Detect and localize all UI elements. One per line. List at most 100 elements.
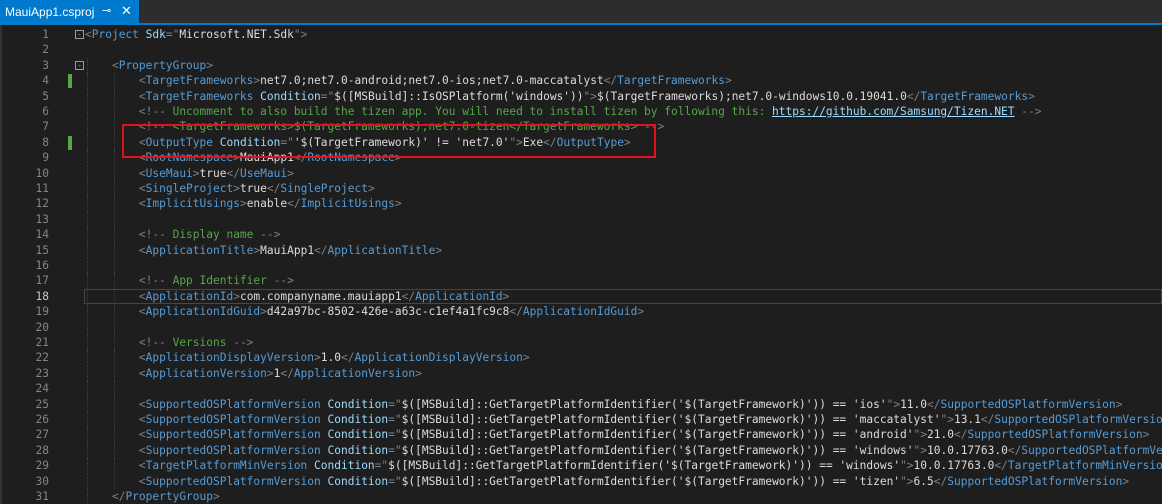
code-text[interactable]: <ImplicitUsings>enable</ImplicitUsings> (84, 196, 1162, 212)
line-number: 4 (42, 74, 49, 88)
indent-guide (87, 427, 89, 443)
line-number: 20 (35, 320, 49, 334)
code-text[interactable]: <ApplicationTitle>MauiApp1</ApplicationT… (84, 242, 1162, 258)
code-line[interactable]: 26 <SupportedOSPlatformVersion Condition… (0, 412, 1162, 428)
code-token: "> (886, 397, 901, 411)
code-line[interactable]: 20 (0, 319, 1162, 335)
code-text[interactable]: <SupportedOSPlatformVersion Condition="$… (84, 412, 1162, 428)
collapse-icon[interactable]: - (75, 60, 84, 70)
code-line[interactable]: 17 <!-- App Identifier --> (0, 273, 1162, 289)
code-token: "> (913, 443, 928, 457)
code-line[interactable]: 7 <!-- <TargetFrameworks>$(TargetFramewo… (0, 119, 1162, 135)
code-text[interactable]: <ApplicationDisplayVersion>1.0</Applicat… (84, 350, 1162, 366)
code-token: < (138, 397, 146, 411)
code-line[interactable]: 28 <SupportedOSPlatformVersion Condition… (0, 442, 1162, 459)
code-line[interactable]: 1 - <Project Sdk="Microsoft.NET.Sdk"> (0, 27, 1162, 42)
code-token: =" (280, 135, 294, 149)
code-token: Sdk (145, 28, 166, 41)
code-token: < (138, 413, 146, 426)
code-token: Condition (219, 135, 281, 149)
line-number: 30 (35, 474, 49, 488)
code-text[interactable]: <TargetFrameworks>net7.0;net7.0-android;… (84, 73, 1162, 89)
code-text[interactable]: <SingleProject>true</SingleProject> (84, 181, 1162, 197)
code-token: > (394, 151, 402, 165)
code-editor[interactable]: 1- <Project Sdk="Microsoft.NET.Sdk"> 2 3- <… (0, 27, 1162, 504)
code-line[interactable]: 2 (0, 42, 1162, 57)
line-number: 23 (35, 366, 49, 380)
code-text[interactable]: <!-- App Identifier --> (84, 273, 1162, 289)
code-line[interactable]: 9 <RootNamespace>MauiApp1</RootNamespace… (0, 150, 1162, 166)
code-line[interactable]: 30 <SupportedOSPlatformVersion Condition… (0, 473, 1162, 489)
code-line[interactable]: 11 <SingleProject>true</SingleProject> (0, 181, 1162, 197)
code-token: </ (980, 413, 995, 426)
line-number: 31 (35, 490, 49, 503)
code-line[interactable]: 29 <TargetPlatformMinVersion Condition="… (0, 458, 1162, 474)
indent-guide (114, 427, 116, 443)
code-token: SupportedOSPlatformVersion (947, 474, 1123, 488)
code-token: d42a97bc-8502-426e-a63c-c1ef4a1fc9c8 (266, 305, 510, 319)
code-line[interactable]: 23 <ApplicationVersion>1</ApplicationVer… (0, 365, 1162, 382)
line-number: 13 (35, 212, 49, 226)
code-text[interactable]: <UseMaui>true</UseMaui> (84, 165, 1162, 181)
code-text[interactable]: <ApplicationVersion>1</ApplicationVersio… (84, 365, 1162, 382)
code-line[interactable]: 21 <!-- Versions --> (0, 335, 1162, 351)
code-line[interactable]: 14 <!-- Display name --> (0, 227, 1162, 243)
code-line[interactable]: 31 </PropertyGroup> (0, 489, 1162, 504)
code-text[interactable]: <ApplicationIdGuid>d42a97bc-8502-426e-a6… (84, 304, 1162, 320)
code-token: Versions (165, 336, 234, 349)
code-line[interactable]: 25 <SupportedOSPlatformVersion Condition… (0, 396, 1162, 412)
code-text[interactable] (84, 42, 1162, 57)
code-text[interactable]: <!-- Display name --> (84, 227, 1162, 243)
code-text[interactable]: <!-- Versions --> (84, 335, 1162, 351)
line-number: 3 (42, 58, 49, 72)
pin-icon[interactable]: ⊸ (102, 4, 111, 17)
close-icon[interactable]: ✕ (121, 3, 132, 19)
code-line[interactable]: 6 <!-- Uncomment to also build the tizen… (0, 104, 1162, 120)
code-link[interactable]: https://github.com/Samsung/Tizen.NET (772, 105, 1014, 118)
code-line[interactable]: 22 <ApplicationDisplayVersion>1.0</Appli… (0, 350, 1162, 366)
code-line[interactable]: 13 (0, 211, 1162, 228)
code-line[interactable]: 10 <UseMaui>true</UseMaui> (0, 165, 1162, 181)
code-text[interactable]: <Project Sdk="Microsoft.NET.Sdk"> (84, 27, 1162, 42)
code-text[interactable]: </PropertyGroup> (84, 489, 1162, 504)
indent-guide (114, 350, 116, 366)
code-line[interactable]: 16 (0, 258, 1162, 274)
code-line[interactable]: 18 <ApplicationId>com.companyname.mauiap… (0, 288, 1162, 305)
collapse-icon[interactable]: - (75, 30, 84, 39)
code-line[interactable]: 4 <TargetFrameworks>net7.0;net7.0-androi… (0, 73, 1162, 89)
code-line[interactable]: 27 <SupportedOSPlatformVersion Condition… (0, 427, 1162, 443)
indent-guide (87, 150, 89, 166)
code-text[interactable] (84, 258, 1162, 274)
code-token: "> (913, 428, 928, 442)
code-line[interactable]: 15 <ApplicationTitle>MauiApp1</Applicati… (0, 242, 1162, 258)
indent-guide (114, 104, 116, 120)
code-text[interactable]: <!-- Uncomment to also build the tizen a… (84, 104, 1162, 120)
code-text[interactable] (84, 319, 1162, 335)
code-text[interactable]: <SupportedOSPlatformVersion Condition="$… (84, 473, 1162, 489)
code-line[interactable]: 5 <TargetFrameworks Condition="$([MSBuil… (0, 88, 1162, 104)
code-text[interactable]: <!-- <TargetFrameworks>$(TargetFramework… (84, 119, 1162, 135)
code-text[interactable]: <RootNamespace>MauiApp1</RootNamespace> (84, 150, 1162, 166)
code-text[interactable] (84, 381, 1162, 397)
code-line[interactable]: 19 <ApplicationIdGuid>d42a97bc-8502-426e… (0, 304, 1162, 320)
code-text[interactable] (84, 211, 1162, 228)
document-tab[interactable]: MauiApp1.csproj ⊸ ✕ (0, 0, 139, 23)
code-token: $([MSBuild]::GetTargetPlatformIdentifier… (401, 443, 914, 457)
code-text[interactable]: <TargetPlatformMinVersion Condition="$([… (84, 458, 1162, 474)
code-text[interactable]: <SupportedOSPlatformVersion Condition="$… (84, 442, 1162, 459)
line-number: 1 (42, 28, 49, 41)
code-token: SupportedOSPlatformVersion (994, 413, 1162, 426)
code-line[interactable]: 12 <ImplicitUsings>enable</ImplicitUsing… (0, 196, 1162, 212)
indent-guide (87, 273, 89, 289)
code-text[interactable]: <SupportedOSPlatformVersion Condition="$… (84, 427, 1162, 443)
code-text[interactable]: <SupportedOSPlatformVersion Condition="$… (84, 396, 1162, 412)
code-text[interactable]: <TargetFrameworks Condition="$([MSBuild]… (84, 88, 1162, 104)
code-line[interactable]: 8 <OutputType Condition="'$(TargetFramew… (0, 134, 1162, 151)
code-text[interactable]: <PropertyGroup> (84, 57, 1162, 74)
code-text[interactable]: <ApplicationId>com.companyname.mauiapp1<… (84, 288, 1162, 305)
code-text[interactable]: <OutputType Condition="'$(TargetFramewor… (84, 134, 1162, 151)
code-line[interactable]: 3 - <PropertyGroup> (0, 57, 1162, 74)
code-line[interactable]: 24 (0, 381, 1162, 397)
